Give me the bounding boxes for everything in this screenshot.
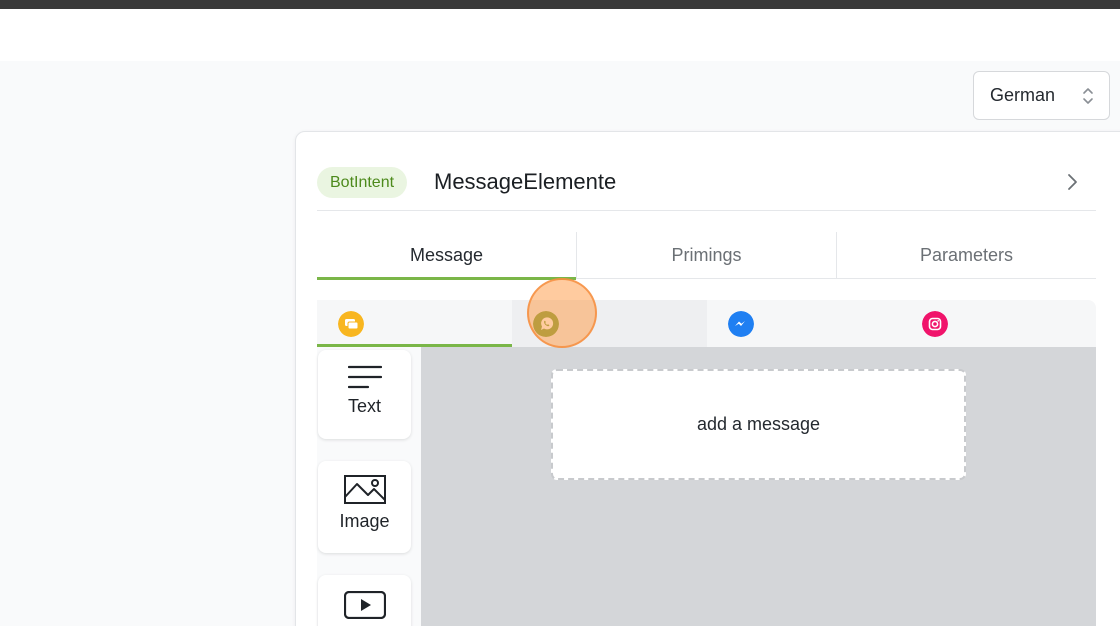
add-message-dropzone[interactable]: add a message — [551, 369, 966, 480]
tool-text-label: Text — [347, 396, 381, 416]
text-lines-icon — [347, 365, 382, 389]
language-select[interactable]: German — [973, 71, 1110, 120]
channel-tab-messenger[interactable] — [707, 300, 902, 347]
instagram-icon — [922, 311, 949, 337]
tool-video[interactable] — [318, 575, 411, 626]
header-strip — [0, 9, 1120, 61]
language-select-value: German — [990, 85, 1056, 105]
tool-image[interactable]: Image — [318, 461, 411, 553]
channel-tab-instagram[interactable] — [901, 300, 1096, 347]
tab-message[interactable]: Message — [317, 232, 576, 280]
header-divider — [317, 210, 1096, 211]
tab-parameters-label: Parameters — [919, 244, 1014, 265]
chevron-right-icon[interactable] — [1064, 171, 1082, 193]
tool-image-label: Image — [339, 511, 390, 531]
video-play-icon — [343, 591, 386, 619]
tab-parameters[interactable]: Parameters — [836, 232, 1096, 278]
click-indicator — [527, 278, 597, 348]
tab-primings-label: Primings — [671, 244, 742, 265]
chevron-updown-icon — [1083, 88, 1093, 104]
top-bar — [0, 0, 1120, 9]
channel-tab-webchat[interactable] — [317, 300, 512, 347]
channel-tabs — [317, 300, 1096, 347]
image-icon — [343, 475, 386, 504]
tab-primings[interactable]: Primings — [576, 232, 836, 278]
add-message-label: add a message — [696, 414, 821, 434]
intent-badge: BotIntent — [317, 167, 408, 198]
tool-text[interactable]: Text — [318, 350, 411, 439]
tab-message-label: Message — [409, 244, 484, 265]
intent-tabs: Message Primings Parameters — [317, 232, 1096, 280]
messenger-icon — [727, 311, 754, 337]
webchat-icon — [338, 311, 364, 337]
intent-title: MessageElemente — [434, 169, 617, 194]
